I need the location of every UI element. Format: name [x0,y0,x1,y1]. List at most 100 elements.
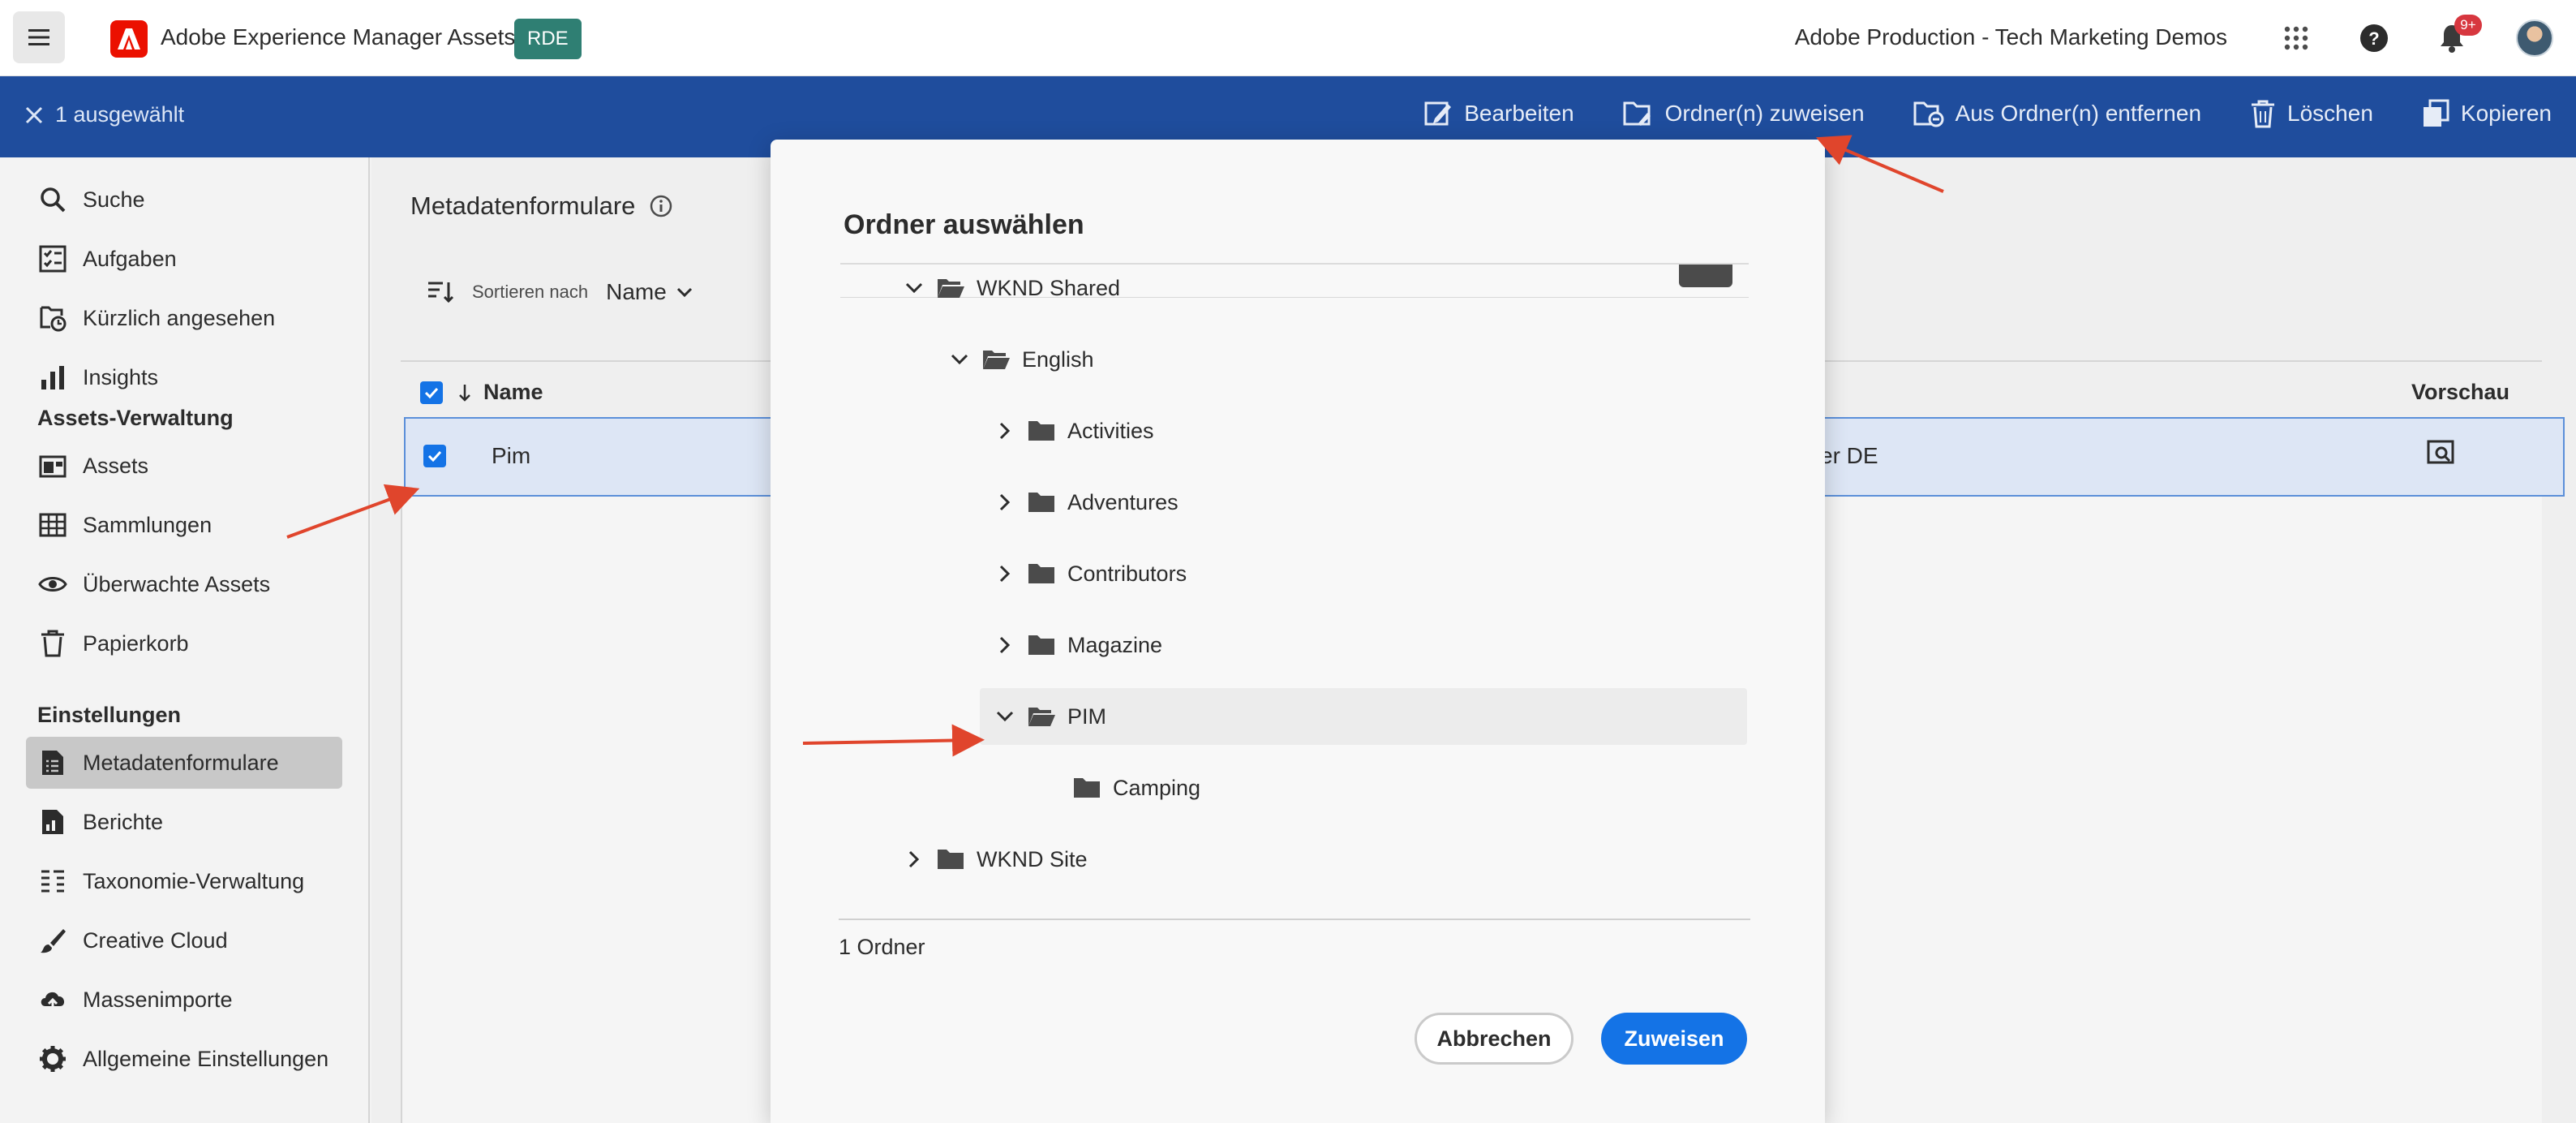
delete-label: Löschen [2287,101,2373,126]
remove-from-folders-label: Aus Ordner(n) entfernen [1955,101,2202,126]
tree-item-magazine[interactable]: Magazine [994,617,1162,673]
divider [839,919,1750,920]
sidebar-item-tasks[interactable]: Aufgaben [26,233,342,285]
clear-selection-button[interactable]: 1 ausgewählt [24,102,184,127]
tree-item-english[interactable]: English [949,331,1094,388]
delete-button[interactable]: Löschen [2250,99,2373,128]
chevron-right-icon[interactable] [994,563,1015,584]
sidebar-item-recent[interactable]: Kürzlich angesehen [26,292,342,344]
row-name: Pim [492,443,531,468]
sidebar-item-label: Kürzlich angesehen [83,305,276,330]
folder-open-icon [1027,704,1056,729]
sidebar-item-metadata-forms[interactable]: Metadatenformulare [26,737,342,789]
selection-count-label: 1 ausgewählt [55,102,185,127]
tree-item-wknd-site[interactable]: WKND Site [904,831,1088,888]
edit-button[interactable]: Bearbeiten [1423,99,1574,128]
menu-icon[interactable] [13,11,65,63]
page-title: Metadatenformulare [410,191,672,221]
tree-item-pim[interactable]: PIM [980,688,1747,745]
insights-icon [37,362,68,393]
folder-open-icon [936,276,965,300]
reports-icon [37,807,68,837]
folder-remove-icon [1913,101,1944,127]
tree-item-label: Contributors [1067,561,1187,586]
sidebar-item-label: Suche [83,187,145,212]
sidebar-item-label: Metadatenformulare [83,750,279,775]
org-switcher[interactable]: Adobe Production - Tech Marketing Demos [1795,24,2227,50]
chevron-right-icon[interactable] [994,635,1015,656]
notification-bell-icon[interactable]: 9+ [2432,15,2482,58]
sidebar-item-collections[interactable]: Sammlungen [26,499,342,551]
notification-count-badge: 9+ [2454,15,2482,36]
left-sidebar: Suche Aufgaben Kürzlich angesehen Insigh… [0,157,370,1123]
sidebar-item-reports[interactable]: Berichte [26,796,342,848]
remove-from-folders-button[interactable]: Aus Ordner(n) entfernen [1913,99,2202,128]
adobe-logo-icon[interactable] [110,20,148,58]
sort-dropdown[interactable]: Name [606,279,693,305]
sidebar-item-assets[interactable]: Assets [26,440,342,492]
sidebar-section-assets: Assets-Verwaltung [37,406,234,430]
assign-folders-button[interactable]: Ordner(n) zuweisen [1623,99,1865,128]
info-icon[interactable] [650,195,672,217]
sidebar-item-bulk-imports[interactable]: Massenimporte [26,974,342,1026]
sidebar-item-insights[interactable]: Insights [26,351,342,403]
folder-icon [1027,419,1056,443]
copy-label: Kopieren [2460,101,2552,126]
column-header-preview: Vorschau [2411,380,2509,404]
select-folder-dialog: Ordner auswählen WKND Shared English Act… [771,140,1825,1123]
tree-item-label: Camping [1113,775,1201,800]
tree-item-label: Activities [1067,418,1154,443]
tree-item-label: PIM [1067,703,1107,729]
sidebar-item-label: Massenimporte [83,987,233,1012]
sidebar-item-label: Berichte [83,809,164,834]
column-header-name[interactable]: Name [457,380,543,405]
sidebar-item-label: Sammlungen [83,512,213,537]
folder-icon [1072,776,1101,800]
tree-item-adventures[interactable]: Adventures [994,474,1179,531]
tree-item-contributors[interactable]: Contributors [994,545,1187,602]
folder-icon [936,847,965,871]
select-all-checkbox[interactable] [420,381,443,404]
scrollbar-thumb[interactable] [1679,265,1732,287]
sidebar-item-label: Papierkorb [83,630,189,656]
chevron-down-icon[interactable] [904,278,925,299]
close-icon [25,106,43,123]
cancel-button[interactable]: Abbrechen [1415,1013,1574,1065]
chevron-down-icon[interactable] [949,349,970,370]
folder-assign-icon [1623,101,1651,126]
copy-button[interactable]: Kopieren [2422,99,2552,128]
folder-icon [1027,633,1056,657]
sidebar-item-general-settings[interactable]: Allgemeine Einstellungen [26,1033,342,1085]
chevron-right-icon[interactable] [904,849,925,870]
brush-icon [37,925,68,956]
sidebar-item-label: Creative Cloud [83,927,228,953]
checkmark-icon [424,387,439,398]
eye-icon [37,569,68,600]
tree-item-camping[interactable]: Camping [1072,759,1200,816]
tree-item-label: WKND Site [977,846,1088,871]
help-icon[interactable]: ? [2354,18,2394,58]
tree-item-activities[interactable]: Activities [994,402,1154,459]
sidebar-item-watched-assets[interactable]: Überwachte Assets [26,558,342,610]
chevron-right-icon[interactable] [994,492,1015,513]
trash-icon [37,628,68,659]
sort-order-icon[interactable] [427,280,454,304]
app-grid-icon[interactable] [2276,18,2316,58]
chevron-right-icon[interactable] [994,420,1015,441]
assign-button[interactable]: Zuweisen [1601,1013,1747,1065]
recent-icon [37,303,68,333]
tree-item-wknd-shared[interactable]: WKND Shared [904,265,1120,316]
chevron-down-icon [676,287,692,298]
folder-tree[interactable]: WKND Shared English Activities Adventure… [840,263,1749,1062]
sidebar-item-search[interactable]: Suche [26,174,342,226]
preview-icon[interactable] [2427,440,2454,470]
sidebar-item-taxonomy[interactable]: Taxonomie-Verwaltung [26,855,342,907]
sidebar-item-trash[interactable]: Papierkorb [26,617,342,669]
app-title[interactable]: Adobe Experience Manager Assets [161,24,515,50]
sidebar-item-creative-cloud[interactable]: Creative Cloud [26,914,342,966]
chevron-down-icon[interactable] [994,706,1015,727]
row-checkbox[interactable] [423,445,446,467]
user-avatar[interactable] [2516,19,2553,57]
dialog-title: Ordner auswählen [844,209,1084,240]
cloud-upload-icon [37,984,68,1015]
